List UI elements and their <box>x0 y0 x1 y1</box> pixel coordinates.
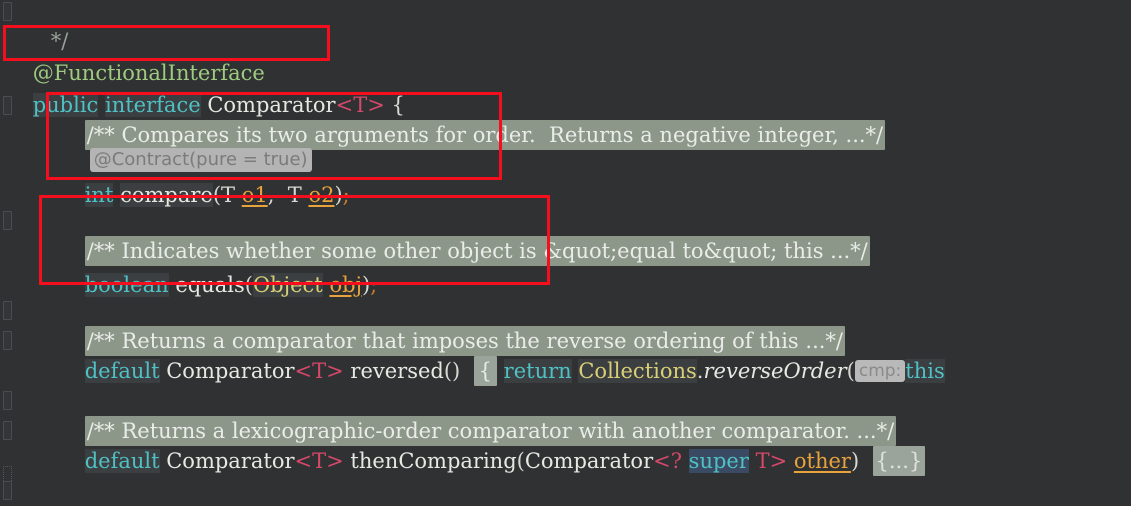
modifier-default: default <box>84 449 160 473</box>
generic-parameter: <T> <box>294 449 344 473</box>
method-reverse-order: reverseOrder <box>703 359 847 383</box>
close-paren: ) <box>850 449 860 473</box>
keyword-super: super <box>688 449 749 473</box>
code-line-javadoc-equals[interactable]: /** Indicates whether some other object … <box>58 206 870 266</box>
param-type-comparator: Comparator <box>524 449 654 473</box>
gutter-fold-mark[interactable] <box>3 331 12 350</box>
param-o2: o2 <box>308 183 335 207</box>
code-line-javadoc-thencomparing-function[interactable]: /** Returns a lexicographic-order compar… <box>58 476 835 506</box>
generic-close: T> <box>755 449 788 473</box>
code-line-annotation[interactable]: @FunctionalInterface <box>6 28 265 85</box>
code-editor[interactable]: */ @FunctionalInterface public interface… <box>0 0 1131 506</box>
folded-body-open-brace[interactable]: { <box>473 356 497 386</box>
method-name-reversed: reversed <box>350 359 444 383</box>
code-line-javadoc-thencomparing[interactable]: /** Returns a lexicographic-order compar… <box>58 386 897 446</box>
gutter-fold-mark[interactable] <box>3 211 12 230</box>
param-obj: obj <box>329 273 363 297</box>
gutter-fold-mark[interactable] <box>3 421 12 440</box>
code-line-javadoc-reversed[interactable]: /** Returns a comparator that imposes th… <box>58 296 845 356</box>
code-line-declaration[interactable]: public interface Comparator<T> { <box>6 60 405 117</box>
class-collections: Collections <box>578 359 697 383</box>
param-type-object: Object <box>252 273 323 297</box>
keyword-this: this <box>905 359 945 383</box>
method-name-thencomparing: thenComparing <box>350 449 517 473</box>
return-type-boolean: boolean <box>84 273 169 297</box>
statement-terminator: ; <box>342 183 350 207</box>
method-name-equals: equals <box>175 273 245 297</box>
modifier-default: default <box>84 359 160 383</box>
wildcard-generic: <? <box>653 449 682 473</box>
gutter-fold-mark[interactable] <box>3 301 12 320</box>
open-paren: ( <box>846 359 855 383</box>
return-type-comparator: Comparator <box>166 449 295 473</box>
generic-parameter: <T> <box>294 359 344 383</box>
param-o1: o1 <box>241 183 268 207</box>
gutter-fold-mark[interactable] <box>3 2 12 21</box>
code-line-inlay-contract[interactable]: @Contract(pure = true) <box>63 115 312 172</box>
gutter-fold-mark[interactable] <box>3 391 12 410</box>
inlay-hint-cmp-param[interactable]: cmp: <box>854 360 906 382</box>
folded-method-body[interactable]: {...} <box>872 446 926 476</box>
return-type-int: int <box>84 183 114 207</box>
method-name-compare: compare <box>120 183 213 207</box>
open-paren: ( <box>516 449 525 473</box>
return-type-comparator: Comparator <box>166 359 295 383</box>
code-line-compare-signature[interactable]: int compare(T o1, T o2); <box>58 150 350 207</box>
code-line-comment-close[interactable]: */ <box>22 0 70 53</box>
param-other: other <box>793 449 851 473</box>
code-line-equals-signature[interactable]: boolean equals(Object obj); <box>58 240 377 297</box>
code-line-thencomparing-signature[interactable]: default Comparator<T> thenComparing(Comp… <box>58 416 926 476</box>
gutter-fold-mark[interactable] <box>3 481 12 500</box>
statement-terminator: ; <box>370 273 378 297</box>
keyword-return: return <box>503 359 572 383</box>
code-line-reversed-signature[interactable]: default Comparator<T> reversed() { retur… <box>58 326 945 386</box>
method-signature-parens: () <box>443 359 461 383</box>
